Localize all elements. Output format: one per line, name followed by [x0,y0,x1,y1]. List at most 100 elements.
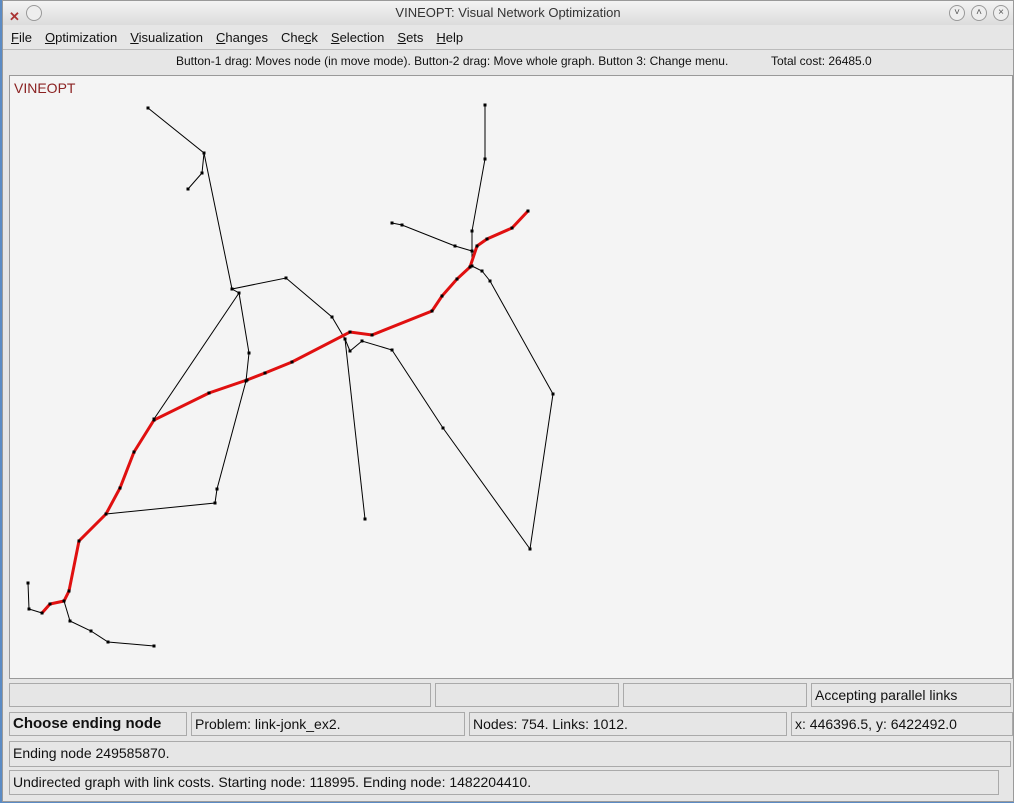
hint-text: Button-1 drag: Moves node (in move mode)… [176,54,729,68]
graph-node[interactable] [89,629,93,633]
menu-help[interactable]: Help [436,30,463,45]
graph-node[interactable] [441,426,445,430]
graph-node[interactable] [453,244,457,248]
menu-bar: File Optimization Visualization Changes … [3,25,1013,50]
graph-node[interactable] [106,640,110,644]
parallel-links-status: Accepting parallel links [811,683,1011,707]
graph-node[interactable] [468,265,472,269]
graph-node[interactable] [440,294,444,298]
graph-node[interactable] [348,349,352,353]
total-cost: Total cost: 26485.0 [771,54,872,68]
graph-node[interactable] [132,450,136,454]
graph-node[interactable] [360,339,364,343]
status-row-3: Ending node 249585870. [9,741,1011,767]
graph-node[interactable] [104,512,108,516]
graph-link[interactable] [344,338,366,520]
title-bar: ✕ VINEOPT: Visual Network Optimization ˅… [3,1,1013,25]
graph-node[interactable] [40,611,44,615]
graph-node[interactable] [152,418,156,422]
maximize-icon[interactable]: ˄ [971,5,987,21]
graph-node[interactable] [62,599,66,603]
status-cell-2 [435,683,619,707]
graph-node[interactable] [488,279,492,283]
graph-node[interactable] [390,348,394,352]
problem-status: Problem: link-jonk_ex2. [191,712,465,736]
shortest-path[interactable] [40,209,530,614]
graph-link[interactable] [203,152,346,340]
graph-node[interactable] [237,291,241,295]
menu-optimization[interactable]: Optimization [45,30,117,45]
graph-node[interactable] [483,103,487,107]
graph-node[interactable] [470,229,474,233]
graph-node[interactable] [330,315,334,319]
graph-link[interactable] [147,107,205,190]
status-row-2: Choose ending node Problem: link-jonk_ex… [9,712,1013,736]
graph-node[interactable] [213,501,217,505]
graph-node[interactable] [48,602,52,606]
graph-node[interactable] [207,391,211,395]
menu-changes[interactable]: Changes [216,30,268,45]
graph-node[interactable] [363,517,367,521]
graph-node[interactable] [400,223,404,227]
graph-link[interactable] [105,288,250,515]
graph-node[interactable] [343,337,347,341]
graph-node[interactable] [68,619,72,623]
graph-node[interactable] [230,287,234,291]
graph-node[interactable] [470,249,474,253]
graph-node[interactable] [77,539,81,543]
graph-node[interactable] [370,333,374,337]
graph-link[interactable] [391,222,473,252]
graph-node[interactable] [284,276,288,280]
status-cell-1 [9,683,431,707]
counts-status: Nodes: 754. Links: 1012. [469,712,787,736]
message-status: Ending node 249585870. [9,741,1011,767]
graph-node[interactable] [290,360,294,364]
graph-node[interactable] [483,157,487,161]
menu-check[interactable]: Check [281,30,318,45]
graph-node[interactable] [200,171,204,175]
graph-node[interactable] [480,269,484,273]
status-row-4: Undirected graph with link costs. Starti… [9,770,999,795]
graph-node[interactable] [455,277,459,281]
graph-node[interactable] [67,589,71,593]
graph-link[interactable] [63,600,155,647]
graph-node[interactable] [146,106,150,110]
status-row-1: Accepting parallel links [9,683,1011,707]
info-bar: Button-1 drag: Moves node (in move mode)… [3,50,1013,72]
graph-node[interactable] [247,351,251,355]
graph-node[interactable] [348,330,352,334]
graph-node[interactable] [118,486,122,490]
graph-node[interactable] [263,371,267,375]
graph-node[interactable] [475,244,479,248]
graph-node[interactable] [245,378,249,382]
graph-node[interactable] [215,487,219,491]
graph-node[interactable] [510,226,514,230]
graph-node[interactable] [186,187,190,191]
graph-node[interactable] [485,237,489,241]
graph-node[interactable] [430,309,434,313]
graph-node[interactable] [26,581,30,585]
menu-file[interactable]: File [11,30,32,45]
menu-selection[interactable]: Selection [331,30,384,45]
graph-node[interactable] [27,607,31,611]
mode-status: Choose ending node [9,712,187,736]
network-graph[interactable] [10,76,1012,678]
graph-node[interactable] [152,644,156,648]
menu-sets[interactable]: Sets [397,30,423,45]
pin-icon[interactable] [25,5,42,21]
graph-node[interactable] [526,209,530,213]
graph-link[interactable] [344,265,554,551]
minimize-icon[interactable]: ˅ [949,5,965,21]
close-icon[interactable]: × [993,5,1009,21]
graph-node[interactable] [390,221,394,225]
graph-node[interactable] [528,547,532,551]
graph-canvas[interactable]: VINEOPT [9,75,1013,679]
graph-node[interactable] [551,392,555,396]
status-cell-3 [623,683,807,707]
x-logo-icon[interactable]: ✕ [9,5,20,29]
menu-visualization[interactable]: Visualization [130,30,203,45]
graph-node[interactable] [202,151,206,155]
coords-status: x: 446396.5, y: 6422492.0 [791,712,1013,736]
app-window: ✕ VINEOPT: Visual Network Optimization ˅… [2,0,1014,802]
window-title: VINEOPT: Visual Network Optimization [395,5,621,20]
